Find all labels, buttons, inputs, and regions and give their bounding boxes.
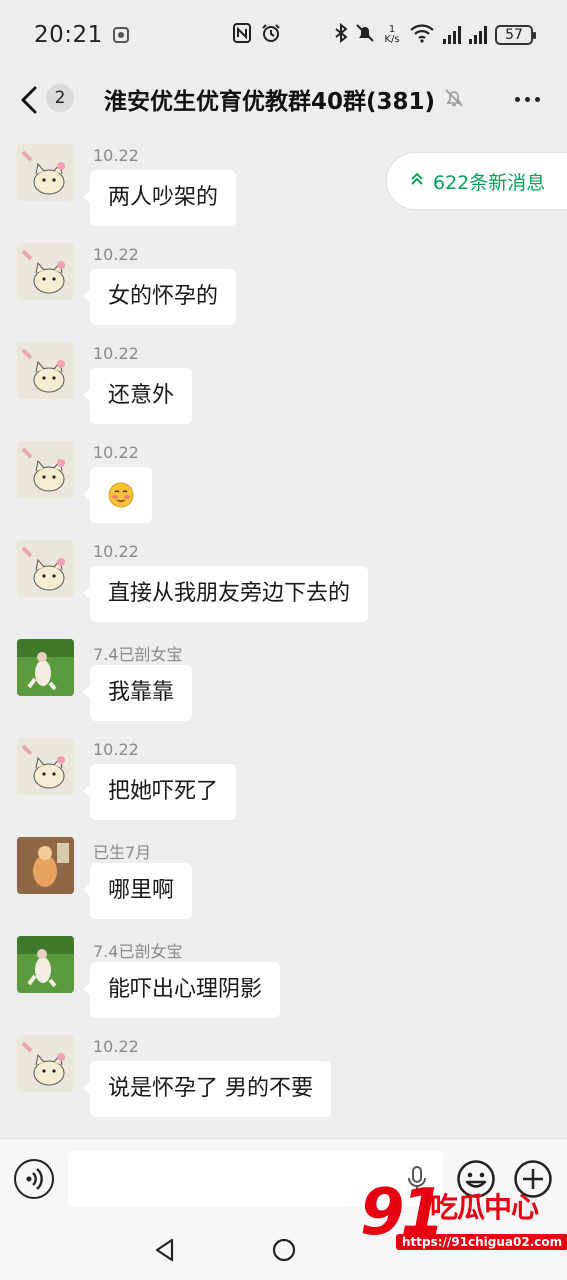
message-item: 7.4已剖女宝 能吓出心理阴影 — [0, 922, 567, 1021]
message-bubble-emoji[interactable] — [83, 467, 152, 523]
avatar[interactable] — [17, 936, 74, 993]
avatar[interactable] — [17, 639, 74, 696]
cat-avatar-icon — [17, 342, 74, 399]
message-item: 10.22 女的怀孕的 — [0, 229, 567, 328]
net-speed-unit: K/s — [384, 34, 400, 45]
sender-name: 7.4已剖女宝 — [93, 942, 183, 961]
message-item: 已生7月 哪里啊 — [0, 823, 567, 922]
status-mid-icons — [232, 22, 281, 48]
sender-name: 7.4已剖女宝 — [93, 645, 183, 664]
status-bar: 20:21 1 K/s 57 — [0, 0, 567, 70]
avatar[interactable] — [17, 1035, 74, 1092]
baby-photo-avatar-icon — [17, 639, 74, 696]
photo-avatar-icon — [17, 837, 74, 894]
cat-avatar-icon — [17, 738, 74, 795]
avatar[interactable] — [17, 837, 74, 894]
watermark-url: https://91chigua02.com — [396, 1234, 567, 1250]
sender-name: 10.22 — [93, 443, 139, 462]
baby-photo-avatar-icon — [17, 936, 74, 993]
wifi-icon — [409, 23, 435, 48]
sender-name: 10.22 — [93, 146, 139, 165]
sender-name: 10.22 — [93, 542, 139, 561]
blushing-face-emoji-icon — [108, 482, 134, 508]
message-bubble[interactable]: 两人吵架的 — [82, 170, 237, 226]
status-right-icons: 1 K/s 57 — [335, 22, 536, 48]
network-speed: 1 K/s — [383, 25, 401, 45]
watermark-logo-name: 吃瓜中心 — [430, 1191, 539, 1224]
sender-name: 已生7月 — [93, 843, 152, 862]
chevron-left-icon — [21, 86, 37, 114]
avatar[interactable] — [17, 342, 74, 399]
cat-avatar-icon — [17, 441, 74, 498]
new-messages-label: 622条新消息 — [433, 171, 546, 194]
voice-wave-icon — [26, 1168, 43, 1190]
signal-1-icon — [443, 26, 461, 44]
site-watermark: 91 吃瓜中心 https://91chigua02.com — [360, 1180, 567, 1256]
voice-mode-button[interactable] — [14, 1159, 54, 1199]
sender-name: 10.22 — [93, 344, 139, 363]
sender-name: 10.22 — [93, 1037, 139, 1056]
avatar[interactable] — [17, 540, 74, 597]
avatar[interactable] — [17, 738, 74, 795]
message-bubble[interactable]: 把她吓死了 — [82, 764, 237, 820]
avatar[interactable] — [17, 243, 74, 300]
message-item: 10.22 — [0, 427, 567, 526]
nav-back-triangle-icon[interactable] — [152, 1237, 178, 1263]
more-options-button[interactable] — [510, 84, 544, 114]
message-item: 10.22 还意外 — [0, 328, 567, 427]
sender-name: 10.22 — [93, 740, 139, 759]
chat-title: 淮安优生优育优教群40群(381) — [104, 89, 436, 115]
nfc-icon — [232, 22, 251, 48]
message-list[interactable]: 10.22 两人吵架的 10.22 女的怀孕的 10.22 还意外 10.22 … — [0, 130, 567, 1138]
message-bubble[interactable]: 我靠靠 — [82, 665, 193, 721]
battery-icon: 57 — [495, 25, 536, 45]
message-item: 10.22 说是怀孕了 男的不要 — [0, 1021, 567, 1120]
message-item: 7.4已剖女宝 我靠靠 — [0, 625, 567, 724]
cat-avatar-icon — [17, 243, 74, 300]
message-bubble[interactable]: 还意外 — [82, 368, 193, 424]
mute-bell-icon — [355, 23, 375, 48]
screen-record-icon — [112, 27, 129, 43]
message-item: 10.22 直接从我朋友旁边下去的 — [0, 526, 567, 625]
message-bubble[interactable]: 能吓出心理阴影 — [82, 962, 281, 1018]
message-item: 10.22 把她吓死了 — [0, 724, 567, 823]
alarm-icon — [261, 23, 281, 48]
message-bubble[interactable]: 哪里啊 — [82, 863, 193, 919]
sender-name: 10.22 — [93, 245, 139, 264]
double-chevron-up-icon — [411, 172, 423, 190]
bluetooth-icon — [335, 22, 348, 48]
new-messages-button[interactable]: 622条新消息 — [386, 152, 567, 210]
nav-home-circle-icon[interactable] — [271, 1237, 297, 1263]
cat-avatar-icon — [17, 1035, 74, 1092]
cat-avatar-icon — [17, 144, 74, 201]
avatar[interactable] — [17, 441, 74, 498]
signal-2-icon — [469, 26, 487, 44]
cat-avatar-icon — [17, 540, 74, 597]
message-bubble[interactable]: 女的怀孕的 — [82, 269, 237, 325]
message-bubble[interactable]: 直接从我朋友旁边下去的 — [82, 566, 369, 622]
avatar[interactable] — [17, 144, 74, 201]
unread-count-badge: 2 — [46, 84, 74, 112]
muted-bell-icon — [445, 89, 463, 107]
status-time: 20:21 — [34, 22, 103, 48]
chat-header: 2 淮安优生优育优教群40群(381) — [0, 70, 567, 130]
message-bubble[interactable]: 说是怀孕了 男的不要 — [83, 1061, 331, 1117]
battery-level: 57 — [505, 27, 523, 43]
